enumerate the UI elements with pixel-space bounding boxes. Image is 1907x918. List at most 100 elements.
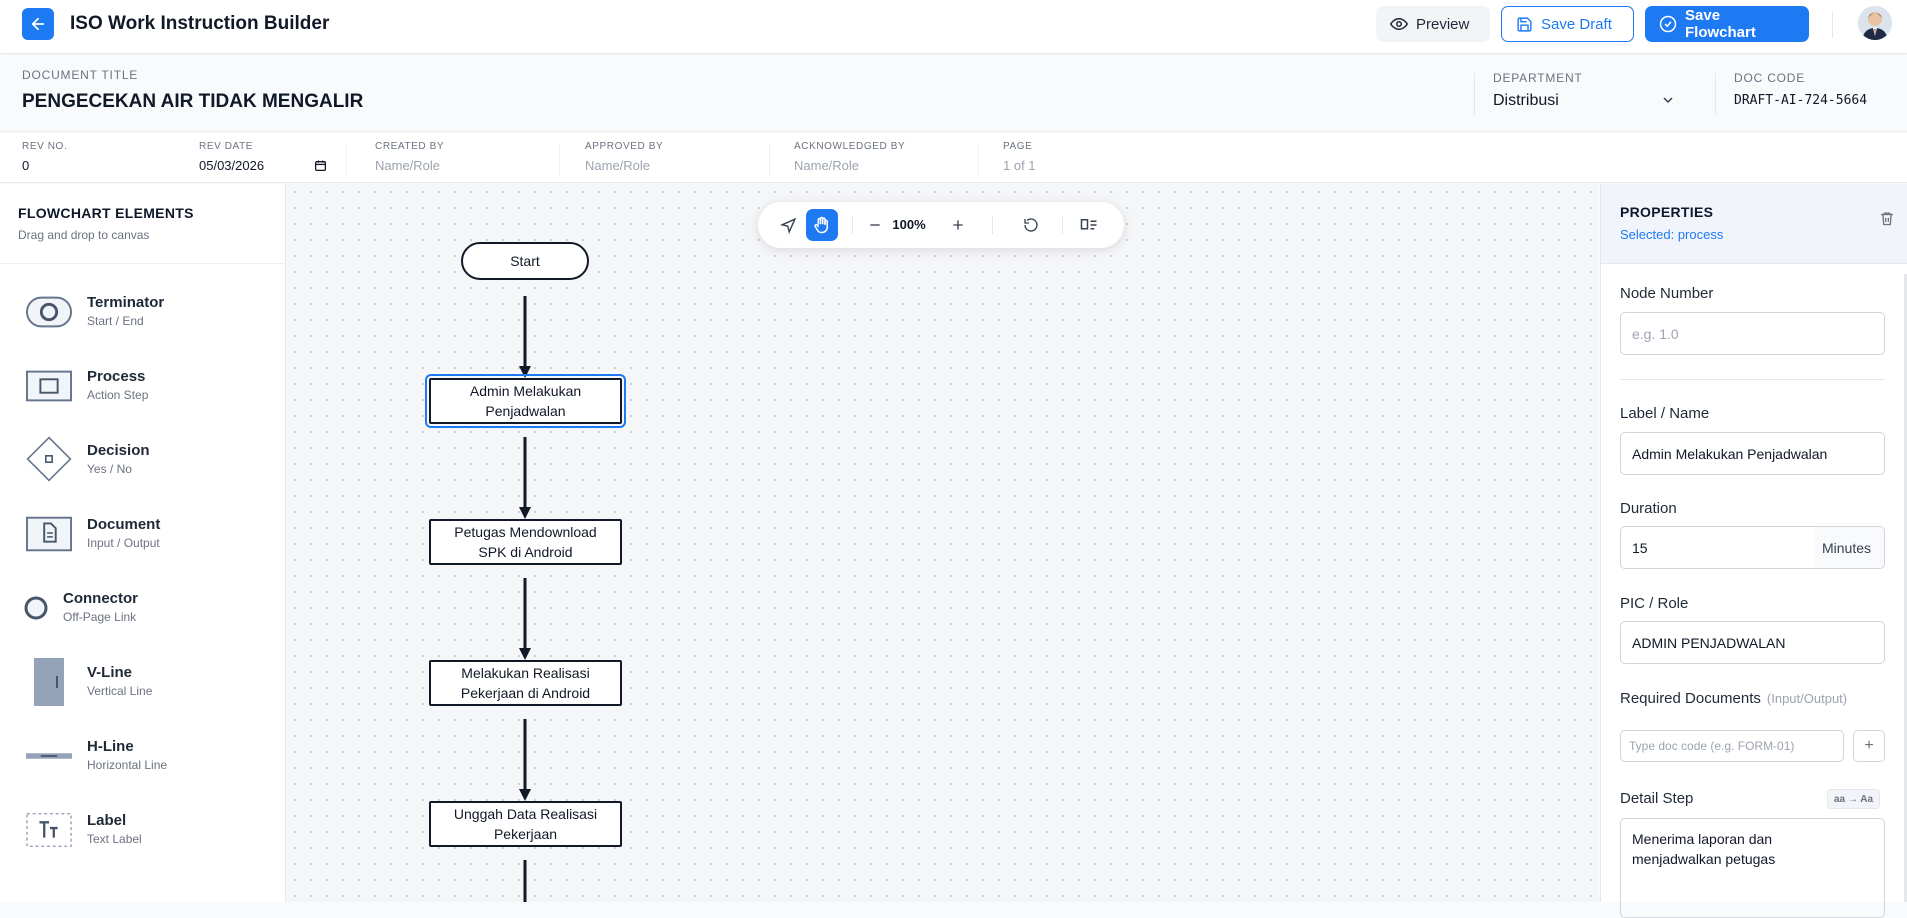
acknowledged-by-field[interactable]: ACKNOWLEDGED BY Name/Role <box>794 141 905 173</box>
divider <box>1474 73 1475 115</box>
rev-no-caption: REV NO. <box>22 141 68 152</box>
divider <box>1620 379 1885 380</box>
trash-icon[interactable] <box>1879 210 1895 227</box>
document-title-caption: DOCUMENT TITLE <box>22 68 139 82</box>
arrow-left-icon <box>31 17 45 31</box>
element-name: H-Line <box>87 738 134 755</box>
approved-by-input[interactable]: Name/Role <box>585 158 663 173</box>
panel-subtitle: Drag and drop to canvas <box>18 228 150 242</box>
acknowledged-by-caption: ACKNOWLEDGED BY <box>794 141 906 152</box>
panel-title: FLOWCHART ELEMENTS <box>18 205 194 221</box>
element-name: Connector <box>63 590 138 607</box>
divider <box>346 145 347 175</box>
flow-node-process[interactable]: Petugas Mendownload SPK di Android <box>429 519 622 565</box>
approved-by-field[interactable]: APPROVED BY Name/Role <box>585 141 663 173</box>
element-terminator[interactable]: Terminator Start / End <box>22 282 272 342</box>
department-caption: DEPARTMENT <box>1493 71 1583 85</box>
pic-role-input[interactable]: ADMIN PENJADWALAN <box>1620 621 1885 664</box>
required-documents-label: Required Documents (Input/Output) <box>1620 690 1847 707</box>
element-desc: Start / End <box>87 314 144 328</box>
element-label[interactable]: Label Text Label <box>22 800 272 860</box>
header-divider <box>1832 12 1833 38</box>
properties-header: PROPERTIES Selected: process <box>1601 184 1907 264</box>
duration-input[interactable]: 15 <box>1620 526 1815 569</box>
department-select[interactable]: Distribusi <box>1493 92 1559 110</box>
save-draft-button[interactable]: Save Draft <box>1501 6 1634 42</box>
divider <box>978 145 979 175</box>
connector-icon <box>24 588 48 628</box>
node-number-input[interactable]: e.g. 1.0 <box>1620 312 1885 355</box>
element-name: Decision <box>87 442 150 459</box>
label-name-label: Label / Name <box>1620 405 1710 422</box>
element-name: Label <box>87 812 127 829</box>
duration-unit-select[interactable]: Minutes <box>1814 526 1885 569</box>
required-documents-input[interactable]: Type doc code (e.g. FORM-01) <box>1620 730 1844 762</box>
add-document-button[interactable]: + <box>1853 730 1885 762</box>
divider <box>559 145 560 175</box>
flow-node-process[interactable]: Melakukan Realisasi Pekerjaan di Android <box>429 660 622 706</box>
pic-role-label: PIC / Role <box>1620 595 1689 612</box>
properties-panel: PROPERTIES Selected: process Node Number… <box>1600 184 1907 918</box>
rev-date-caption: REV DATE <box>199 141 254 152</box>
preview-label: Preview <box>1416 15 1470 33</box>
required-documents-text: Required Documents <box>1620 690 1761 707</box>
element-name: Document <box>87 516 161 533</box>
flowchart-elements-panel: FLOWCHART ELEMENTS Drag and drop to canv… <box>0 184 286 902</box>
created-by-input[interactable]: Name/Role <box>375 158 444 173</box>
created-by-caption: CREATED BY <box>375 141 445 152</box>
check-circle-icon <box>1659 15 1677 33</box>
revision-meta-row: REV NO. 0 REV DATE 05/03/2026 CREATED BY… <box>0 133 1907 183</box>
document-header: DOCUMENT TITLE PENGECEKAN AIR TIDAK MENG… <box>0 55 1907 132</box>
created-by-field[interactable]: CREATED BY Name/Role <box>375 141 444 173</box>
element-desc: Vertical Line <box>87 684 153 698</box>
element-desc: Text Label <box>87 832 142 846</box>
flow-node-process[interactable]: Unggah Data Realisasi Pekerjaan <box>429 801 622 847</box>
label-name-input[interactable]: Admin Melakukan Penjadwalan <box>1620 432 1885 475</box>
terminator-icon <box>26 292 72 332</box>
element-name: V-Line <box>87 664 133 681</box>
save-draft-label: Save Draft <box>1541 15 1612 33</box>
calendar-icon[interactable] <box>314 159 327 172</box>
element-desc: Off-Page Link <box>63 610 137 624</box>
user-avatar[interactable] <box>1858 6 1892 40</box>
element-document[interactable]: Document Input / Output <box>22 504 272 564</box>
rev-date-value[interactable]: 05/03/2026 <box>199 158 264 173</box>
divider <box>1715 73 1716 115</box>
element-h-line[interactable]: H-Line Horizontal Line <box>22 726 272 786</box>
preview-button[interactable]: Preview <box>1376 6 1490 42</box>
page-field: PAGE 1 of 1 <box>1003 141 1036 173</box>
page-caption: PAGE <box>1003 141 1033 152</box>
element-desc: Action Step <box>87 388 149 402</box>
rev-date-field[interactable]: REV DATE 05/03/2026 <box>199 141 327 173</box>
eye-icon <box>1390 17 1408 31</box>
doc-code-caption: DOC CODE <box>1734 71 1806 85</box>
floppy-disk-icon <box>1517 16 1532 32</box>
rev-no-value[interactable]: 0 <box>22 158 67 173</box>
rev-no-field[interactable]: REV NO. 0 <box>22 141 67 173</box>
save-flowchart-label: Save Flowchart <box>1685 7 1756 41</box>
element-decision[interactable]: Decision Yes / No <box>22 430 272 490</box>
save-flowchart-button[interactable]: Save Flowchart <box>1645 6 1809 42</box>
element-process[interactable]: Process Action Step <box>22 356 272 416</box>
decision-icon <box>26 436 72 482</box>
flow-node-terminator[interactable]: Start <box>461 242 589 280</box>
doc-code-value: DRAFT-AI-724-5664 <box>1734 93 1868 108</box>
selected-node-type: Selected: process <box>1620 227 1724 242</box>
element-name: Process <box>87 368 146 385</box>
back-button[interactable] <box>22 8 54 40</box>
chevron-down-icon[interactable] <box>1660 92 1676 108</box>
app-title: ISO Work Instruction Builder <box>70 13 330 34</box>
flowchart-canvas[interactable]: 100% Start Admin Melakukan Penjadwalan P… <box>287 184 1599 902</box>
document-title-input[interactable]: PENGECEKAN AIR TIDAK MENGALIR <box>22 91 363 113</box>
element-desc: Yes / No <box>87 462 132 476</box>
acknowledged-by-input[interactable]: Name/Role <box>794 158 905 173</box>
element-connector[interactable]: Connector Off-Page Link <box>22 578 272 638</box>
properties-title: PROPERTIES <box>1620 204 1714 220</box>
detail-step-textarea[interactable]: Menerima laporan dan menjadwalkan petuga… <box>1620 818 1885 918</box>
page-value: 1 of 1 <box>1003 158 1036 173</box>
duration-label: Duration <box>1620 500 1677 517</box>
flow-node-process[interactable]: Admin Melakukan Penjadwalan <box>425 374 626 428</box>
required-documents-hint: (Input/Output) <box>1766 691 1848 706</box>
element-v-line[interactable]: V-Line Vertical Line <box>22 652 272 712</box>
title-case-toggle[interactable]: aa → Aa <box>1827 789 1881 809</box>
